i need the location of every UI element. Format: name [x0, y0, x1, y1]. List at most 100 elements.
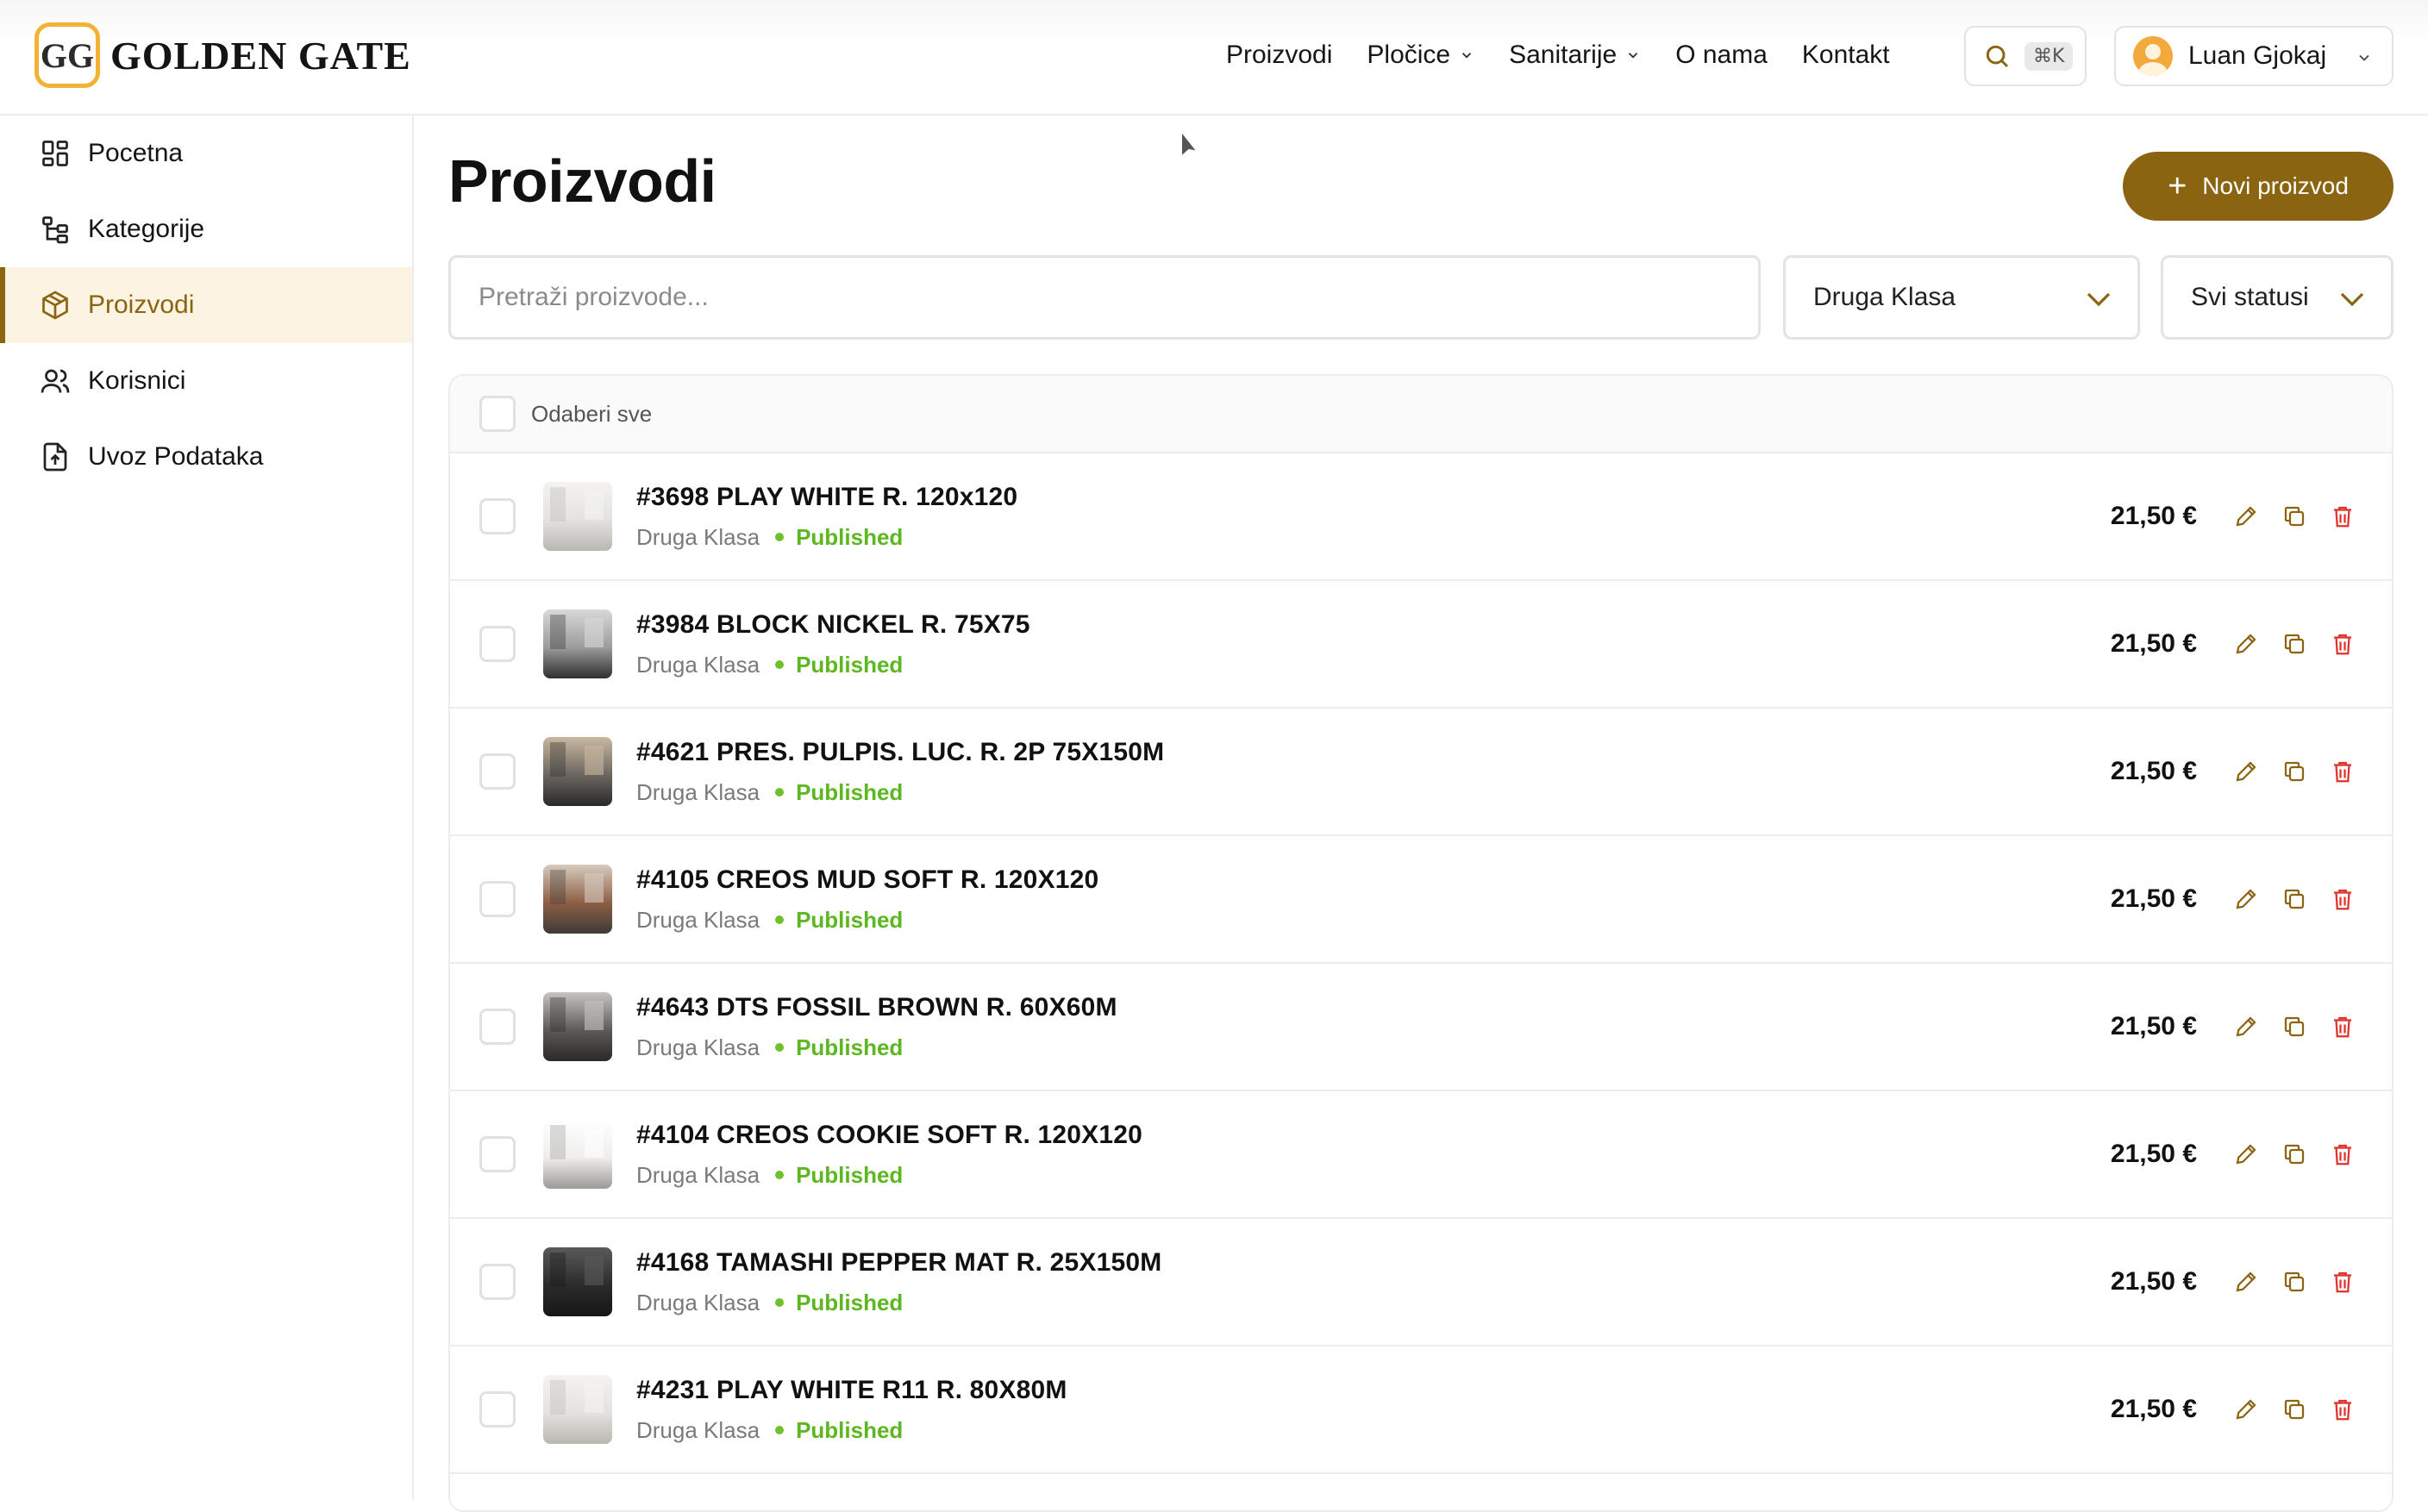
chevron-down-icon — [2087, 292, 2111, 307]
row-actions — [2211, 1014, 2356, 1040]
edit-pencil-icon[interactable] — [2233, 1396, 2259, 1422]
trash-icon[interactable] — [2330, 759, 2356, 784]
trash-icon[interactable] — [2330, 1014, 2356, 1040]
nav-item-proizvodi[interactable]: Proizvodi — [1226, 41, 1332, 70]
status-dot-icon — [775, 1043, 785, 1052]
duplicate-icon[interactable] — [2281, 886, 2307, 912]
status-dot-icon — [775, 1426, 785, 1434]
edit-pencil-icon[interactable] — [2233, 1014, 2259, 1040]
row-text: #4231 PLAY WHITE R11 R. 80X80M Druga Kla… — [636, 1376, 1067, 1444]
brand-name: GOLDEN GATE — [110, 33, 411, 78]
edit-pencil-icon[interactable] — [2233, 1141, 2259, 1167]
logo-mark-icon: GG — [34, 22, 100, 88]
product-title[interactable]: #4231 PLAY WHITE R11 R. 80X80M — [636, 1376, 1067, 1405]
nav-item-o-nama[interactable]: O nama — [1675, 41, 1768, 70]
product-title[interactable]: #4621 PRES. PULPIS. LUC. R. 2P 75X150M — [636, 738, 1164, 767]
trash-icon[interactable] — [2330, 503, 2356, 529]
nav-item-label: Pločice — [1367, 41, 1451, 69]
sidebar-item-proizvodi[interactable]: Proizvodi — [0, 267, 412, 343]
duplicate-icon[interactable] — [2281, 1269, 2307, 1295]
edit-pencil-icon[interactable] — [2233, 759, 2259, 784]
top-nav: Proizvodi Pločice Sanitarije O nama Kont… — [1226, 31, 1924, 79]
sidebar-item-label: Uvoz Podataka — [88, 442, 264, 471]
nav-item-plocice[interactable]: Pločice — [1367, 41, 1474, 70]
row-checkbox[interactable] — [479, 753, 516, 790]
product-category: Druga Klasa — [636, 906, 760, 933]
table-row[interactable]: #4643 DTS FOSSIL BROWN R. 60X60M Druga K… — [450, 964, 2392, 1091]
product-thumbnail — [543, 1247, 612, 1316]
trash-icon[interactable] — [2330, 631, 2356, 657]
product-title[interactable]: #4643 DTS FOSSIL BROWN R. 60X60M — [636, 993, 1117, 1022]
category-filter-select[interactable]: Druga Klasa — [1783, 255, 2140, 340]
product-title[interactable]: #4105 CREOS MUD SOFT R. 120X120 — [636, 865, 1098, 895]
product-title[interactable]: #4104 CREOS COOKIE SOFT R. 120X120 — [636, 1121, 1142, 1150]
sidebar-item-kategorije[interactable]: Kategorije — [0, 191, 412, 267]
row-checkbox[interactable] — [479, 1136, 516, 1172]
duplicate-icon[interactable] — [2281, 503, 2307, 529]
status-badge: Published — [796, 906, 904, 933]
nav-item-kontakt[interactable]: Kontakt — [1802, 41, 1890, 70]
product-search-input[interactable] — [448, 255, 1761, 340]
trash-icon[interactable] — [2330, 1141, 2356, 1167]
sidebar-item-uvoz-podataka[interactable]: Uvoz Podataka — [0, 419, 412, 495]
trash-icon[interactable] — [2330, 1269, 2356, 1295]
product-price: 21,50 € — [2110, 1012, 2197, 1040]
trash-icon[interactable] — [2330, 1396, 2356, 1422]
sidebar-item-pocetna[interactable]: Pocetna — [0, 116, 412, 191]
user-menu-button[interactable]: Luan Gjokaj — [2114, 26, 2394, 86]
edit-pencil-icon[interactable] — [2233, 1269, 2259, 1295]
brand-logo[interactable]: GG GOLDEN GATE — [34, 22, 411, 88]
status-badge: Published — [796, 651, 904, 678]
product-category: Druga Klasa — [636, 778, 760, 805]
row-checkbox[interactable] — [479, 881, 516, 917]
status-filter-value: Svi statusi — [2191, 283, 2309, 311]
row-checkbox[interactable] — [479, 626, 516, 662]
product-price: 21,50 € — [2110, 757, 2197, 785]
nav-item-sanitarije[interactable]: Sanitarije — [1509, 41, 1641, 70]
edit-pencil-icon[interactable] — [2233, 503, 2259, 529]
chevron-down-icon — [2340, 292, 2364, 307]
product-title[interactable]: #4168 TAMASHI PEPPER MAT R. 25X150M — [636, 1248, 1161, 1278]
row-meta: Druga Klasa Published — [636, 1034, 1117, 1061]
sidebar-item-korisnici[interactable]: Korisnici — [0, 343, 412, 419]
dashboard-icon — [42, 141, 68, 166]
sidebar-item-label: Proizvodi — [88, 291, 195, 319]
product-title[interactable]: #3698 PLAY WHITE R. 120x120 — [636, 483, 1017, 512]
duplicate-icon[interactable] — [2281, 1014, 2307, 1040]
nav-item-label: O nama — [1675, 41, 1768, 69]
table-row[interactable]: #3698 PLAY WHITE R. 120x120 Druga Klasa … — [450, 453, 2392, 581]
row-checkbox[interactable] — [479, 1391, 516, 1428]
nav-item-label: Sanitarije — [1509, 41, 1618, 69]
duplicate-icon[interactable] — [2281, 1396, 2307, 1422]
status-badge: Published — [796, 778, 904, 805]
table-row[interactable]: #4105 CREOS MUD SOFT R. 120X120 Druga Kl… — [450, 836, 2392, 964]
duplicate-icon[interactable] — [2281, 759, 2307, 784]
table-row[interactable]: #4231 PLAY WHITE R11 R. 80X80M Druga Kla… — [450, 1346, 2392, 1474]
product-title[interactable]: #3984 BLOCK NICKEL R. 75X75 — [636, 610, 1030, 640]
edit-pencil-icon[interactable] — [2233, 631, 2259, 657]
row-meta: Druga Klasa Published — [636, 652, 1030, 678]
edit-pencil-icon[interactable] — [2233, 886, 2259, 912]
shortcut-badge: ⌘K — [2024, 41, 2074, 71]
row-text: #4105 CREOS MUD SOFT R. 120X120 Druga Kl… — [636, 865, 1098, 934]
new-product-button[interactable]: + Novi proizvod — [2123, 152, 2394, 221]
product-price: 21,50 € — [2110, 1267, 2197, 1296]
table-row[interactable]: #4621 PRES. PULPIS. LUC. R. 2P 75X150M D… — [450, 709, 2392, 836]
category-filter-value: Druga Klasa — [1813, 283, 1956, 311]
row-checkbox[interactable] — [479, 1264, 516, 1300]
row-actions — [2211, 631, 2356, 657]
duplicate-icon[interactable] — [2281, 1141, 2307, 1167]
duplicate-icon[interactable] — [2281, 631, 2307, 657]
status-filter-select[interactable]: Svi statusi — [2161, 255, 2394, 340]
select-all-checkbox[interactable] — [479, 396, 516, 432]
global-search-button[interactable]: ⌘K — [1964, 26, 2087, 86]
users-icon — [41, 369, 70, 393]
table-row[interactable]: #4168 TAMASHI PEPPER MAT R. 25X150M Drug… — [450, 1219, 2392, 1346]
table-row[interactable]: #3984 BLOCK NICKEL R. 75X75 Druga Klasa … — [450, 581, 2392, 709]
row-checkbox[interactable] — [479, 498, 516, 534]
row-checkbox[interactable] — [479, 1009, 516, 1045]
chevron-down-icon — [1461, 53, 1472, 59]
trash-icon[interactable] — [2330, 886, 2356, 912]
product-category: Druga Klasa — [636, 523, 760, 550]
table-row[interactable]: #4104 CREOS COOKIE SOFT R. 120X120 Druga… — [450, 1091, 2392, 1219]
